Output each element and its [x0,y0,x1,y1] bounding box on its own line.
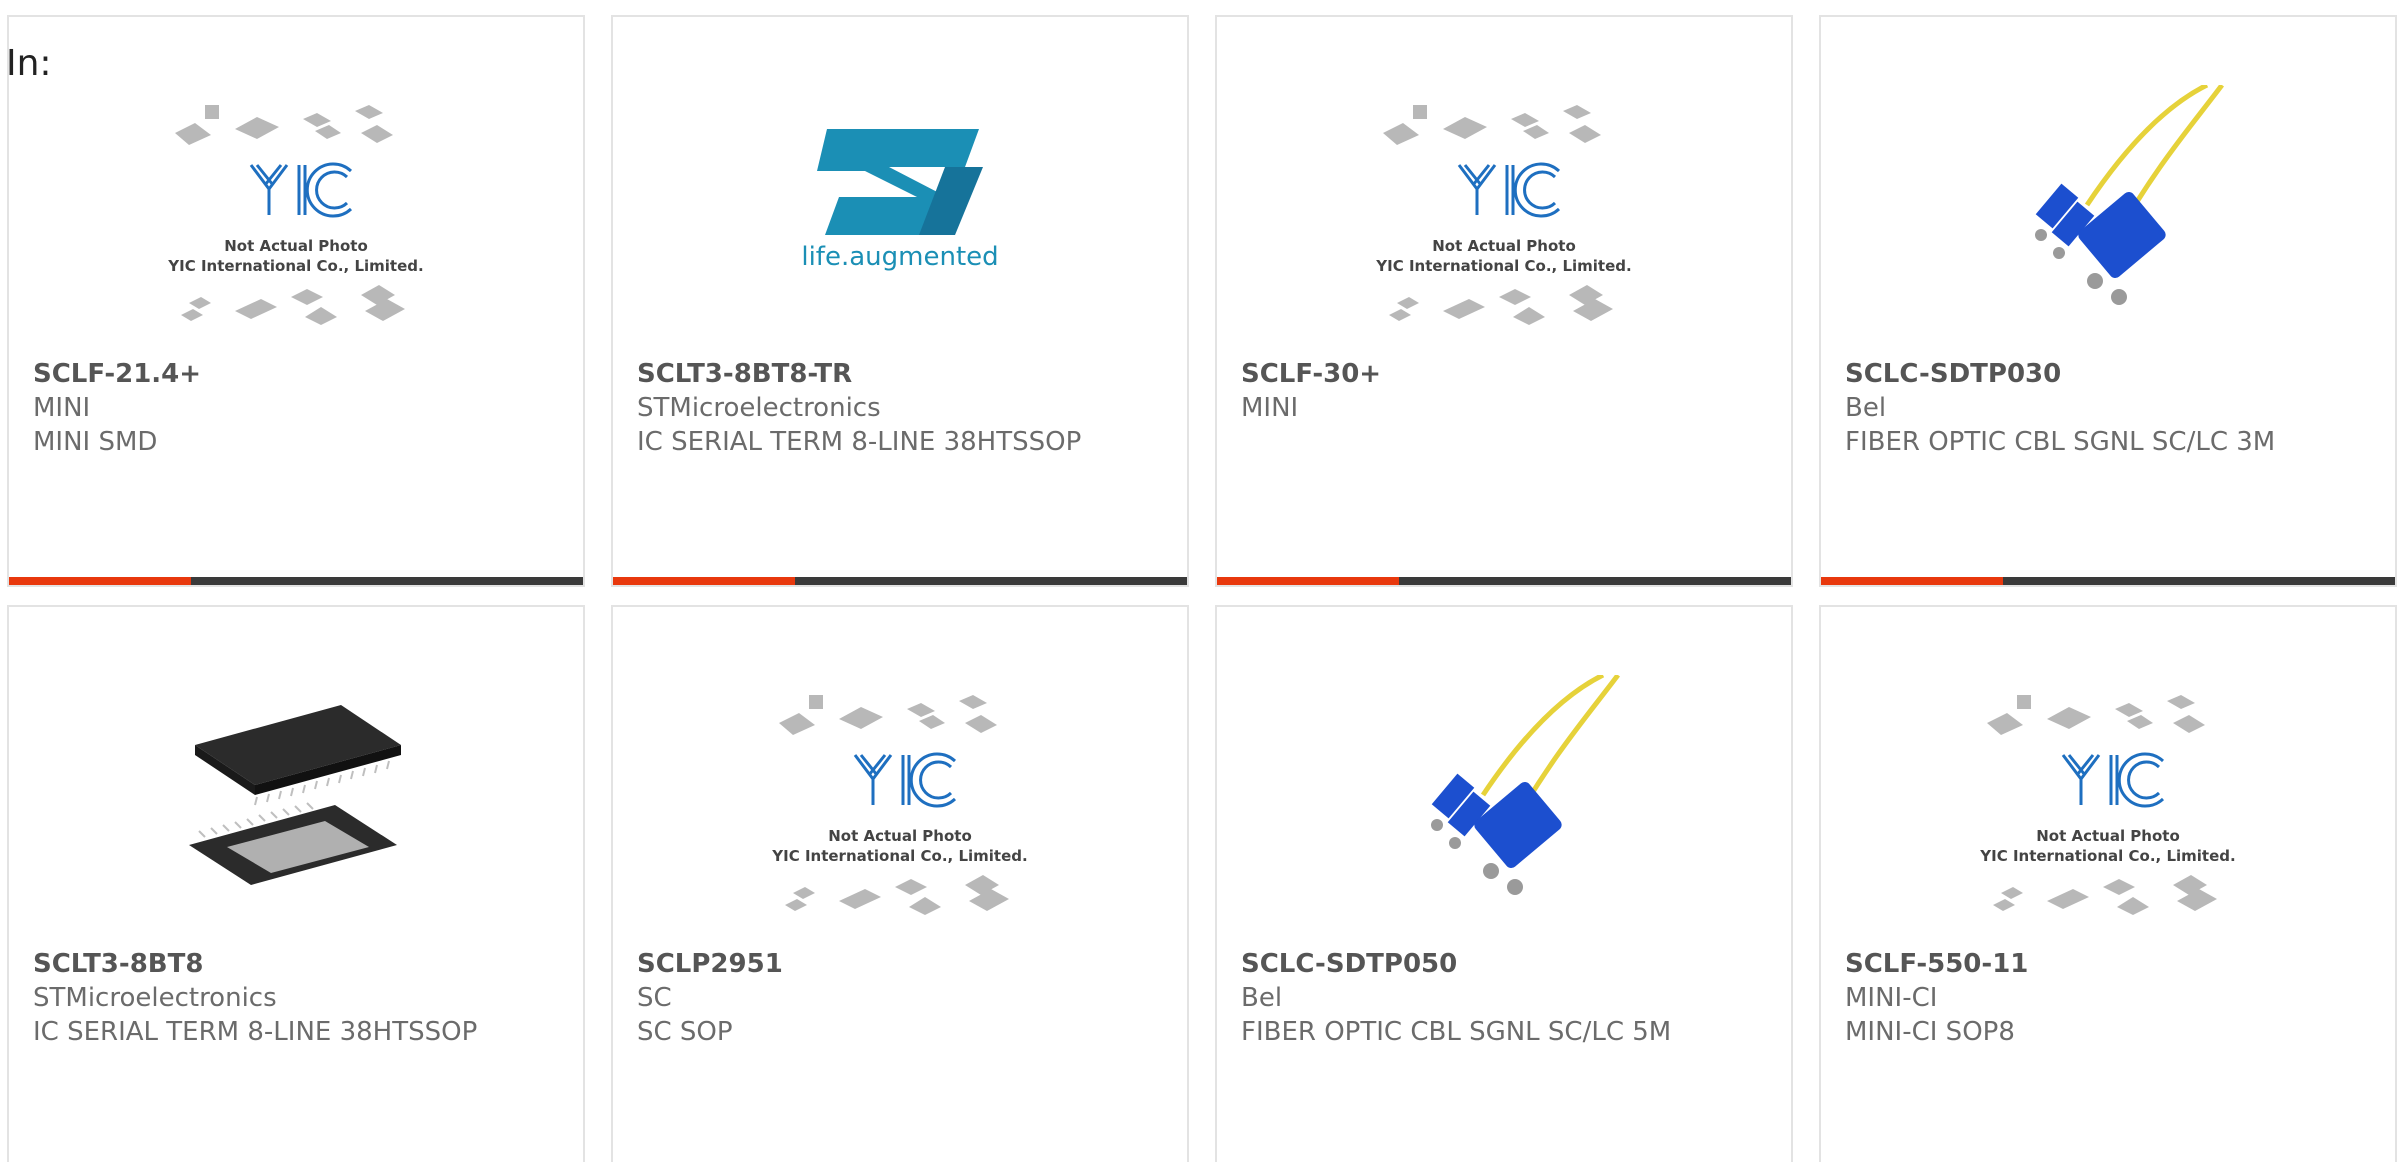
part-number[interactable]: SCLC-SDTP030 [1845,357,2379,391]
manufacturer: Bel [1845,393,1887,423]
product-card[interactable]: SCLC-SDTP050 Bel FIBER OPTIC CBL SGNL SC… [1215,605,1793,1162]
card-footer-bar [9,577,583,585]
product-card[interactable]: Not Actual Photo YIC International Co., … [611,605,1189,1162]
part-number[interactable]: SCLP2951 [637,947,1171,981]
product-card[interactable]: life.augmented SCLT3-8BT8-TR STMicroelec… [611,15,1189,587]
product-card[interactable]: Not Actual Photo YIC International Co., … [7,15,585,587]
manufacturer: MINI [1241,393,1299,423]
part-number[interactable]: SCLF-30+ [1241,357,1775,391]
description: MINI-CI SOP8 [1845,1017,2015,1047]
card-footer-bar [1821,577,2395,585]
placeholder-caption-1: Not Actual Photo [828,827,972,845]
placeholder-caption-2: YIC International Co., Limited. [167,257,423,275]
st-logo-image: life.augmented [769,85,1031,347]
placeholder-image: Not Actual Photo YIC International Co., … [165,85,427,347]
placeholder-image: Not Actual Photo YIC International Co., … [1977,675,2239,937]
fiber-cable-image [1373,675,1635,937]
placeholder-caption-2: YIC International Co., Limited. [1979,847,2235,865]
placeholder-image: Not Actual Photo YIC International Co., … [1373,85,1635,347]
description: FIBER OPTIC CBL SGNL SC/LC 3M [1845,427,2276,457]
placeholder-caption-2: YIC International Co., Limited. [1375,257,1631,275]
part-number[interactable]: SCLT3-8BT8 [33,947,567,981]
product-card[interactable]: SCLT3-8BT8 STMicroelectronics IC SERIAL … [7,605,585,1162]
description: MINI SMD [33,427,158,457]
product-card[interactable]: Not Actual Photo YIC International Co., … [1819,605,2397,1162]
ic-chip-image [165,675,427,937]
card-footer-bar [613,577,1187,585]
placeholder-caption-1: Not Actual Photo [1432,237,1576,255]
product-card[interactable]: Not Actual Photo YIC International Co., … [1215,15,1793,587]
placeholder-caption-1: Not Actual Photo [224,237,368,255]
card-footer-bar [1217,577,1791,585]
manufacturer: Bel [1241,983,1283,1013]
description: FIBER OPTIC CBL SGNL SC/LC 5M [1241,1017,1672,1047]
placeholder-caption-2: YIC International Co., Limited. [771,847,1027,865]
product-card[interactable]: SCLC-SDTP030 Bel FIBER OPTIC CBL SGNL SC… [1819,15,2397,587]
part-number[interactable]: SCLF-21.4+ [33,357,567,391]
description: IC SERIAL TERM 8-LINE 38HTSSOP [33,1017,478,1047]
part-number[interactable]: SCLF-550-11 [1845,947,2379,981]
part-number[interactable]: SCLT3-8BT8-TR [637,357,1171,391]
placeholder-caption-1: Not Actual Photo [2036,827,2180,845]
description: SC SOP [637,1017,733,1047]
manufacturer: MINI-CI [1845,983,1938,1013]
manufacturer: STMicroelectronics [33,983,277,1013]
fiber-cable-image [1977,85,2239,347]
description: IC SERIAL TERM 8-LINE 38HTSSOP [637,427,1082,457]
in-label: In: [6,43,52,84]
placeholder-image: Not Actual Photo YIC International Co., … [769,675,1031,937]
manufacturer: SC [637,983,672,1013]
part-number[interactable]: SCLC-SDTP050 [1241,947,1775,981]
manufacturer: STMicroelectronics [637,393,881,423]
manufacturer: MINI [33,393,91,423]
st-logo-tagline: life.augmented [801,242,998,272]
